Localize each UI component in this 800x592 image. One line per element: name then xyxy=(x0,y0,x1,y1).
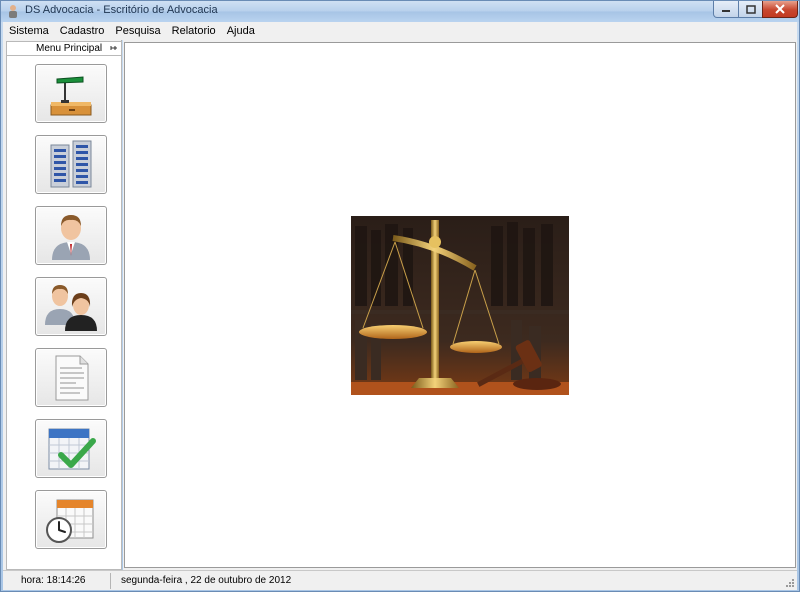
status-time: hora: 18:14:26 xyxy=(21,575,86,586)
menu-item-cadastro[interactable]: Cadastro xyxy=(60,25,105,37)
status-date: segunda-feira , 22 de outubro de 2012 xyxy=(121,575,292,586)
status-separator xyxy=(110,573,111,589)
sidebar-tile-desk[interactable] xyxy=(35,64,107,123)
resize-grip-icon[interactable] xyxy=(785,578,795,588)
sidebar-panel xyxy=(6,56,122,570)
sidebar-header: Menu Principal xyxy=(6,41,122,56)
person-icon xyxy=(52,214,90,260)
menu-item-ajuda[interactable]: Ajuda xyxy=(227,25,255,37)
app-logo-icon xyxy=(9,5,17,18)
main-area xyxy=(123,40,797,570)
sidebar-tile-client[interactable] xyxy=(35,206,107,265)
desk-lamp-icon xyxy=(50,75,92,115)
sidebar-tile-contacts[interactable] xyxy=(35,277,107,336)
sidebar: Menu Principal xyxy=(3,40,122,570)
minimize-icon xyxy=(722,10,730,12)
title-bar[interactable]: DS Advocacia - Escritório de Advocacia xyxy=(1,1,799,22)
app-window: DS Advocacia - Escritório de Advocacia S… xyxy=(0,0,800,592)
people-icon xyxy=(45,284,97,331)
sidebar-tile-agenda[interactable] xyxy=(35,419,107,478)
maximize-button[interactable] xyxy=(738,1,763,18)
document-icon xyxy=(55,355,89,400)
menu-item-pesquisa[interactable]: Pesquisa xyxy=(115,25,160,37)
sidebar-tile-schedule[interactable] xyxy=(35,490,107,549)
window-title: DS Advocacia - Escritório de Advocacia xyxy=(25,4,218,16)
scales-of-justice-image xyxy=(351,216,569,395)
sidebar-tile-offices[interactable] xyxy=(35,135,107,194)
maximize-icon xyxy=(745,4,756,14)
sidebar-tile-documents[interactable] xyxy=(35,348,107,407)
main-content xyxy=(124,42,796,568)
pin-icon[interactable] xyxy=(109,43,119,53)
sidebar-title: Menu Principal xyxy=(36,43,103,54)
close-icon xyxy=(775,4,785,14)
calendar-clock-icon xyxy=(46,499,94,543)
menu-bar: Sistema Cadastro Pesquisa Relatorio Ajud… xyxy=(3,22,797,40)
close-button[interactable] xyxy=(762,1,798,18)
status-bar: hora: 18:14:26 segunda-feira , 22 de out… xyxy=(3,570,797,590)
menu-item-sistema[interactable]: Sistema xyxy=(9,25,49,37)
calendar-check-icon xyxy=(48,428,96,469)
office-buildings-icon xyxy=(50,140,92,187)
menu-item-relatorio[interactable]: Relatorio xyxy=(172,25,216,37)
minimize-button[interactable] xyxy=(713,1,739,18)
